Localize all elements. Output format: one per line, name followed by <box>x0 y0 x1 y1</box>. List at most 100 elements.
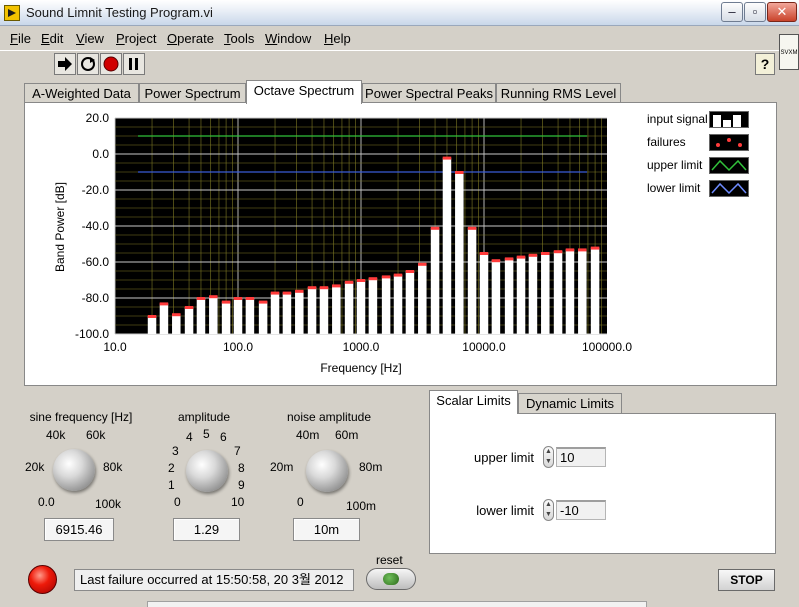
bar <box>184 307 194 334</box>
tab-power-spectral-peaks[interactable]: Power Spectral Peaks <box>362 83 496 103</box>
failure-marker <box>319 286 329 290</box>
bar <box>541 253 550 334</box>
noise-amplitude-label: noise amplitude <box>286 410 372 424</box>
menu-help[interactable]: Help <box>324 31 351 46</box>
noise-amplitude-scale-40m: 40m <box>296 428 320 442</box>
failure-marker <box>504 257 514 261</box>
minimize-button[interactable]: – <box>721 2 743 22</box>
noise-amplitude-knob[interactable] <box>306 450 348 492</box>
menu-tools[interactable]: Tools <box>224 31 254 46</box>
pause-button[interactable] <box>123 53 145 75</box>
x-tick-label: 10000.0 <box>462 340 506 354</box>
bar <box>368 278 378 334</box>
sine-frequency-scale-60k: 60k <box>86 428 106 442</box>
upper-limit-field[interactable]: 10 <box>556 447 606 467</box>
failure-marker <box>442 156 452 160</box>
amplitude-scale-8: 8 <box>238 461 245 475</box>
failure-marker <box>332 284 341 288</box>
scalar-limits-panel <box>429 413 776 554</box>
amplitude-label: amplitude <box>177 410 231 424</box>
bar <box>528 254 538 334</box>
input-signal-bar-icon <box>709 111 749 128</box>
sine-frequency-readout[interactable]: 6915.46 <box>44 518 114 541</box>
menu-window[interactable]: Window <box>265 31 311 46</box>
bar <box>405 271 415 334</box>
stop-button[interactable]: STOP <box>718 569 775 591</box>
sine-frequency-scale-100k: 100k <box>95 497 122 511</box>
stop-circle-icon <box>103 56 119 72</box>
lower-limit-label: lower limit <box>476 503 534 518</box>
bar <box>516 256 526 334</box>
failure-marker <box>221 300 231 304</box>
failure-marker <box>578 248 587 252</box>
tab-octave-spectrum[interactable]: Octave Spectrum <box>246 80 362 104</box>
failure-marker <box>172 313 181 317</box>
sine-frequency-scale-20k: 20k <box>25 460 45 474</box>
noise-amplitude-readout[interactable]: 10m <box>293 518 360 541</box>
failure-marker <box>245 297 255 300</box>
y-tick-label: -20.0 <box>82 183 110 197</box>
failure-marker <box>491 259 501 263</box>
bar <box>418 263 427 334</box>
failure-marker <box>516 255 526 259</box>
x-axis-label: Frequency [Hz] <box>320 361 401 375</box>
pause-icon <box>129 58 138 70</box>
context-help-button[interactable]: ? <box>755 53 775 75</box>
menu-bar: File Edit View Project Operate Tools Win… <box>0 27 799 49</box>
toolbar: ? <box>0 50 799 78</box>
bar <box>504 258 514 334</box>
tab-power-spectrum[interactable]: Power Spectrum <box>139 83 246 103</box>
sine-frequency-knob[interactable] <box>53 449 95 491</box>
abort-button[interactable] <box>100 53 122 75</box>
failure-marker <box>405 270 415 273</box>
tab-a-weighted-data[interactable]: A-Weighted Data <box>24 83 139 103</box>
upper-limit-spinner[interactable]: ▲ ▼ <box>543 446 554 468</box>
bar <box>245 298 255 334</box>
lower-limit-field[interactable]: -10 <box>556 500 606 520</box>
menu-edit[interactable]: Edit <box>41 31 63 46</box>
reset-button[interactable] <box>366 568 416 590</box>
tab-dynamic-limits[interactable]: Dynamic Limits <box>518 393 622 413</box>
upper-limit-label: upper limit <box>474 450 534 465</box>
amplitude-readout[interactable]: 1.29 <box>173 518 240 541</box>
noise-amplitude-scale-100m: 100m <box>346 499 377 513</box>
menu-operate[interactable]: Operate <box>167 31 214 46</box>
failure-marker <box>147 315 157 318</box>
amplitude-scale-7: 7 <box>234 444 241 458</box>
bar <box>258 301 268 334</box>
failure-marker <box>418 262 427 266</box>
bar <box>578 249 587 334</box>
amplitude-knob[interactable] <box>186 450 228 492</box>
bar <box>455 172 464 334</box>
failure-marker <box>356 279 366 282</box>
close-button[interactable]: ✕ <box>767 2 797 22</box>
bar <box>233 298 243 334</box>
run-continuously-button[interactable] <box>77 53 99 75</box>
tab-running-rms-level[interactable]: Running RMS Level <box>496 83 621 103</box>
tab-scalar-limits[interactable]: Scalar Limits <box>429 390 518 414</box>
reset-label: reset <box>376 553 403 567</box>
failure-marker <box>553 250 563 254</box>
bar <box>356 280 366 334</box>
lower-limit-spinner[interactable]: ▲ ▼ <box>543 499 554 521</box>
bar <box>196 298 206 334</box>
bar <box>344 281 354 334</box>
bar <box>467 227 477 334</box>
y-tick-label: -100.0 <box>75 327 109 341</box>
failure-marker <box>381 275 391 279</box>
bar <box>590 247 600 334</box>
failure-marker <box>565 248 575 252</box>
failure-marker <box>233 297 243 300</box>
bar <box>172 314 181 334</box>
failure-marker <box>270 291 280 295</box>
legend-upper-limit-label: upper limit <box>647 158 703 172</box>
amplitude-scale-9: 9 <box>238 478 245 492</box>
menu-view[interactable]: View <box>76 31 104 46</box>
legend-input-signal-label: input signal <box>647 112 708 126</box>
menu-project[interactable]: Project <box>116 31 156 46</box>
maximize-button[interactable]: ▫ <box>744 2 766 22</box>
y-tick-label: -60.0 <box>82 255 110 269</box>
horizontal-scrollbar[interactable] <box>147 601 647 607</box>
menu-file[interactable]: File <box>10 31 31 46</box>
run-button[interactable] <box>54 53 76 75</box>
